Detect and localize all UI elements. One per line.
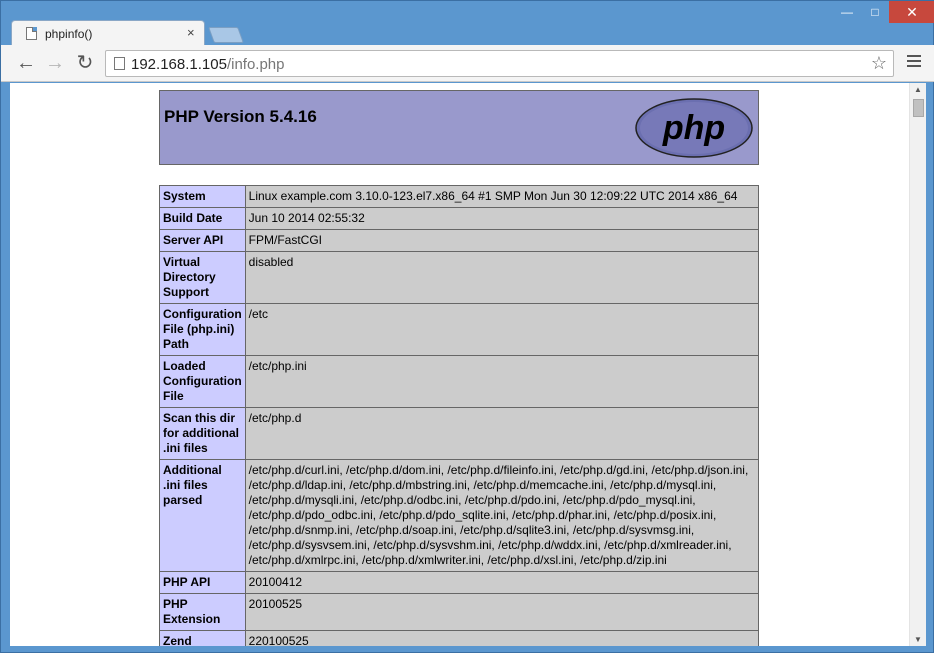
row-key: Scan this dir for additional .ini files — [159, 407, 246, 460]
row-value: FPM/FastCGI — [244, 229, 760, 252]
row-key: Zend — [159, 630, 246, 646]
scroll-up-icon[interactable]: ▲ — [914, 85, 922, 94]
minimize-button[interactable]: — — [833, 1, 861, 23]
url-path: /info.php — [226, 56, 285, 73]
row-value: 20100412 — [244, 571, 760, 594]
browser-toolbar: ← → ↻ 192.168.1.105/info.php ☆ — [1, 45, 934, 82]
url-host: 192.168.1.105 — [131, 56, 227, 73]
php-header: PHP Version 5.4.16 php — [159, 90, 759, 165]
scroll-thumb[interactable] — [913, 99, 924, 117]
table-row: Build Date Jun 10 2014 02:55:32 — [159, 207, 760, 230]
row-key: System — [159, 185, 246, 208]
table-row: Loaded Configuration File/etc/php.ini — [159, 355, 760, 408]
table-row: Configuration File (php.ini) Path/etc — [159, 303, 760, 356]
browser-window: phpinfo() × — □ ✕ ← → ↻ 192.168.1.105/in… — [0, 0, 934, 653]
row-key: Loaded Configuration File — [159, 355, 246, 408]
bookmark-star-icon[interactable]: ☆ — [871, 53, 887, 74]
row-value: /etc/php.ini — [244, 355, 760, 408]
row-value: /etc/php.d/curl.ini, /etc/php.d/dom.ini,… — [244, 459, 760, 572]
window-controls: — □ ✕ — [833, 1, 934, 23]
tab-phpinfo[interactable]: phpinfo() × — [11, 20, 205, 46]
url-text: 192.168.1.105/info.php — [131, 56, 284, 73]
menu-icon[interactable] — [907, 55, 921, 70]
row-value: disabled — [244, 251, 760, 304]
table-row: Additional .ini files parsed/etc/php.d/c… — [159, 459, 760, 572]
row-key: Server API — [159, 229, 246, 252]
row-key: Virtual Directory Support — [159, 251, 246, 304]
row-value: /etc/php.d — [244, 407, 760, 460]
reload-icon[interactable]: ↻ — [74, 52, 96, 74]
table-row: Zend 220100525 — [159, 630, 760, 646]
row-value: Jun 10 2014 02:55:32 — [244, 207, 760, 230]
back-arrow-icon[interactable]: ← — [15, 52, 37, 74]
row-value: Linux example.com 3.10.0-123.el7.x86_64 … — [244, 185, 760, 208]
page-viewport: PHP Version 5.4.16 php System Linux examp… — [10, 83, 926, 646]
row-key: Additional .ini files parsed — [159, 459, 246, 572]
scroll-down-icon[interactable]: ▼ — [914, 635, 922, 644]
row-value: /etc — [244, 303, 760, 356]
table-row: PHP Extension 20100525 — [159, 593, 760, 631]
tab-title: phpinfo() — [45, 27, 93, 41]
forward-arrow-icon[interactable]: → — [44, 52, 66, 74]
close-window-button[interactable]: ✕ — [889, 1, 934, 23]
row-key: PHP Extension — [159, 593, 246, 631]
row-key: PHP API — [159, 571, 246, 594]
row-key: Configuration File (php.ini) Path — [159, 303, 246, 356]
table-row: Server API FPM/FastCGI — [159, 229, 760, 252]
php-logo: php — [635, 98, 753, 158]
row-value: 20100525 — [244, 593, 760, 631]
new-tab-button[interactable] — [208, 27, 244, 43]
maximize-button[interactable]: □ — [861, 1, 889, 23]
phpinfo-page: PHP Version 5.4.16 php System Linux examp… — [159, 90, 760, 646]
php-logo-text: php — [662, 109, 725, 147]
table-row: System Linux example.com 3.10.0-123.el7.x… — [159, 185, 760, 208]
table-row: Virtual Directory Support disabled — [159, 251, 760, 304]
table-row: Scan this dir for additional .ini files /… — [159, 407, 760, 460]
page-title: PHP Version 5.4.16 — [164, 107, 317, 126]
table-row: PHP API 20100412 — [159, 571, 760, 594]
address-bar[interactable]: 192.168.1.105/info.php ☆ — [105, 50, 894, 77]
page-icon — [114, 57, 125, 70]
tab-strip: phpinfo() × — □ ✕ — [1, 1, 934, 46]
row-key: Build Date — [159, 207, 246, 230]
info-table: System Linux example.com 3.10.0-123.el7.x… — [159, 185, 760, 646]
vertical-scrollbar[interactable]: ▲ ▼ — [909, 83, 926, 646]
row-value: 220100525 — [244, 630, 760, 646]
page-icon — [26, 27, 37, 40]
tab-close-icon[interactable]: × — [187, 25, 195, 40]
